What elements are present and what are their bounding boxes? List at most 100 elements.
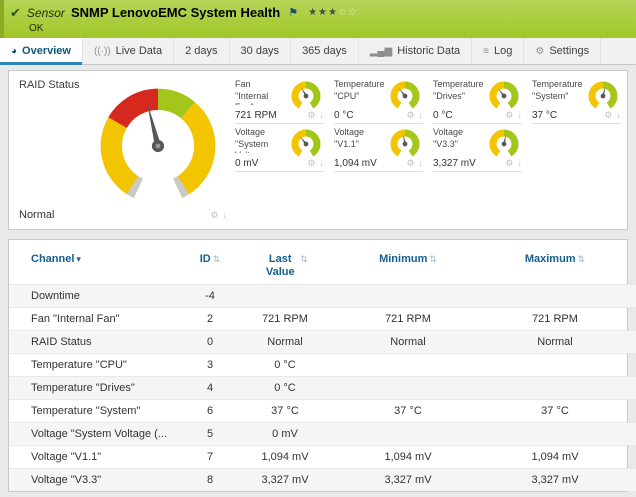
stars-empty: ☆☆: [338, 7, 358, 18]
channel-name-cell: Downtime: [9, 285, 183, 308]
channel-table-header-row: Channel▾ ID⇅ Last Value⇅ Minimum⇅ Maximu…: [9, 248, 636, 285]
id-header-label: ID: [200, 253, 211, 265]
gear-mini-icon[interactable]: ⚙: [406, 158, 414, 169]
row-settings-cell: ⚙: [627, 446, 636, 469]
row-settings-cell: ⚙: [627, 331, 636, 354]
gauges-panel: RAID Status Normal ⚙ ↓ Fan "Internal Fan…: [8, 70, 628, 230]
table-row[interactable]: Voltage "V1.1" 7 1,094 mV 1,094 mV 1,094…: [9, 446, 636, 469]
tab-settings[interactable]: ⚙ Settings: [524, 38, 601, 64]
channel-gauge-tile[interactable]: Temperature "System" 37 °C ⚙ ↓: [532, 79, 621, 127]
gear-mini-icon[interactable]: ⚙: [604, 110, 612, 121]
last-value-cell: 0 mV: [237, 423, 333, 446]
table-row[interactable]: Voltage "System Voltage (... 5 0 mV ⚙: [9, 423, 636, 446]
channel-id-cell: 3: [183, 354, 237, 377]
row-settings-cell: ⚙: [627, 400, 636, 423]
arrow-down-mini-icon[interactable]: ↓: [223, 210, 228, 221]
channel-gauge-tile[interactable]: Temperature "CPU" 0 °C ⚙ ↓: [334, 79, 423, 127]
channel-column-header[interactable]: Channel▾: [9, 248, 183, 285]
minimum-column-header[interactable]: Minimum⇅: [333, 248, 483, 285]
raid-status-label: RAID Status: [19, 79, 80, 91]
channel-table: Channel▾ ID⇅ Last Value⇅ Minimum⇅ Maximu…: [9, 248, 636, 491]
tab-log[interactable]: ≡ Log: [472, 38, 524, 64]
flag-icon[interactable]: ⚑: [288, 6, 298, 19]
live-icon: ((·)): [94, 46, 111, 57]
last-value-column-header[interactable]: Last Value⇅: [237, 248, 333, 285]
gear-mini-icon[interactable]: ⚙: [210, 210, 218, 221]
minimum-cell: 721 RPM: [333, 308, 483, 331]
row-settings-cell: ⚙: [627, 285, 636, 308]
arrow-down-mini-icon[interactable]: ↓: [617, 110, 622, 121]
channel-gauge-value: 0 mV: [235, 158, 258, 169]
tab-2-days[interactable]: 2 days: [174, 38, 229, 64]
table-row[interactable]: Temperature "CPU" 3 0 °C ⚙: [9, 354, 636, 377]
tab-historic-data[interactable]: ▂▄▆ Historic Data: [359, 38, 472, 64]
channel-gauge-value: 721 RPM: [235, 110, 277, 121]
tab-live-data[interactable]: ((·)) Live Data: [83, 38, 174, 64]
row-settings-column-header: [627, 248, 636, 285]
table-row[interactable]: RAID Status 0 Normal Normal Normal ⚙: [9, 331, 636, 354]
channel-name-cell: Voltage "V1.1": [9, 446, 183, 469]
gear-mini-icon[interactable]: ⚙: [505, 158, 513, 169]
last-value-cell: Normal: [237, 331, 333, 354]
object-kind-label: Sensor: [27, 6, 65, 20]
channel-gauge: [288, 79, 324, 113]
channel-gauge-tile[interactable]: Voltage "V1.1" 1,094 mV ⚙ ↓: [334, 127, 423, 175]
channel-name-cell: Fan "Internal Fan": [9, 308, 183, 331]
priority-stars[interactable]: ★★★☆☆: [308, 7, 358, 18]
tab-label: Live Data: [116, 45, 162, 57]
tab-label: Settings: [549, 45, 589, 57]
arrow-down-mini-icon[interactable]: ↓: [320, 110, 325, 121]
channel-gauge-tile[interactable]: Voltage "V3.3" 3,327 mV ⚙ ↓: [433, 127, 522, 175]
arrow-down-mini-icon[interactable]: ↓: [518, 110, 523, 121]
channel-header-label: Channel: [31, 253, 74, 265]
channel-name-cell: RAID Status: [9, 331, 183, 354]
tab-overview[interactable]: ◕ Overview: [0, 38, 83, 64]
overview-icon: ◕: [11, 46, 17, 57]
maximum-column-header[interactable]: Maximum⇅: [483, 248, 627, 285]
sort-icon: ⇅: [429, 254, 437, 264]
log-icon: ≡: [483, 46, 489, 57]
channel-name-cell: Temperature "CPU": [9, 354, 183, 377]
channel-id-cell: 5: [183, 423, 237, 446]
sort-icon: ⇅: [578, 254, 586, 264]
tab-label: 365 days: [302, 45, 347, 57]
table-row[interactable]: Fan "Internal Fan" 2 721 RPM 721 RPM 721…: [9, 308, 636, 331]
arrow-down-mini-icon[interactable]: ↓: [419, 158, 424, 169]
gear-mini-icon[interactable]: ⚙: [307, 158, 315, 169]
gear-mini-icon[interactable]: ⚙: [406, 110, 414, 121]
channel-gauge-value: 0 °C: [334, 110, 354, 121]
gear-mini-icon[interactable]: ⚙: [307, 110, 315, 121]
last-value-cell: 37 °C: [237, 400, 333, 423]
content-area: RAID Status Normal ⚙ ↓ Fan "Internal Fan…: [0, 65, 636, 497]
id-column-header[interactable]: ID⇅: [183, 248, 237, 285]
table-row[interactable]: Temperature "Drives" 4 0 °C ⚙: [9, 377, 636, 400]
sort-icon: ⇅: [300, 254, 308, 264]
table-row[interactable]: Temperature "System" 6 37 °C 37 °C 37 °C…: [9, 400, 636, 423]
maximum-cell: [483, 377, 627, 400]
table-row[interactable]: Voltage "V3.3" 8 3,327 mV 3,327 mV 3,327…: [9, 469, 636, 492]
tab-30-days[interactable]: 30 days: [230, 38, 292, 64]
tab-365-days[interactable]: 365 days: [291, 38, 359, 64]
last-value-cell: 0 °C: [237, 354, 333, 377]
maximum-cell: Normal: [483, 331, 627, 354]
raid-gauge: [93, 81, 223, 211]
arrow-down-mini-icon[interactable]: ↓: [419, 110, 424, 121]
sensor-header: ✔ Sensor SNMP LenovoEMC System Health ⚑ …: [0, 0, 636, 38]
minimum-cell: 3,327 mV: [333, 469, 483, 492]
tab-label: Log: [494, 45, 512, 57]
channel-gauge-tile[interactable]: Voltage "System Voltage (12... 0 mV ⚙ ↓: [235, 127, 324, 175]
arrow-down-mini-icon[interactable]: ↓: [518, 158, 523, 169]
raid-status-value: Normal: [19, 209, 54, 221]
row-settings-cell: ⚙: [627, 469, 636, 492]
arrow-down-mini-icon[interactable]: ↓: [320, 158, 325, 169]
minimum-cell: [333, 354, 483, 377]
table-row[interactable]: Downtime -4 ⚙: [9, 285, 636, 308]
maximum-cell: 3,327 mV: [483, 469, 627, 492]
sort-icon: ⇅: [213, 254, 221, 264]
gear-mini-icon[interactable]: ⚙: [505, 110, 513, 121]
channel-table-body: Downtime -4 ⚙ Fan "Internal Fan" 2 721 R…: [9, 285, 636, 492]
channel-gauge-tile[interactable]: Temperature "Drives" 0 °C ⚙ ↓: [433, 79, 522, 127]
channel-gauge-tile[interactable]: Fan "Internal Fan" 721 RPM ⚙ ↓: [235, 79, 324, 127]
channel-gauge: [486, 127, 522, 161]
tab-label: Overview: [22, 45, 71, 57]
